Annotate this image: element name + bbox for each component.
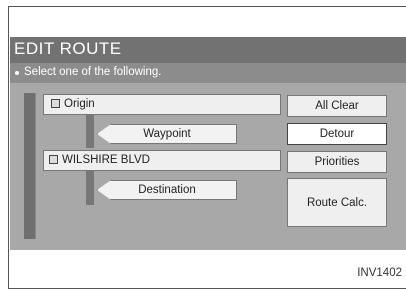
destination-label: Destination — [138, 184, 196, 196]
street-label: WILSHIRE BLVD — [62, 154, 150, 166]
origin-icon — [51, 99, 60, 108]
route-calc-button[interactable]: Route Calc. — [287, 178, 387, 227]
figure-code: INV1402 — [357, 267, 402, 279]
route-scroll-bar[interactable] — [24, 93, 36, 239]
bullet-icon — [15, 71, 19, 75]
street-icon — [49, 155, 58, 164]
waypoint-label: Waypoint — [143, 128, 191, 140]
destination-connector — [86, 171, 94, 205]
waypoint-connector — [86, 115, 94, 148]
detour-button[interactable]: Detour — [287, 123, 387, 145]
origin-field[interactable]: Origin — [43, 94, 281, 115]
instruction-text: Select one of the following. — [24, 66, 162, 78]
street-field[interactable]: WILSHIRE BLVD — [43, 150, 281, 171]
priorities-button[interactable]: Priorities — [287, 151, 387, 173]
waypoint-tab[interactable]: Waypoint — [97, 124, 237, 144]
all-clear-button[interactable]: All Clear — [287, 95, 387, 117]
screen-title: EDIT ROUTE — [14, 39, 122, 58]
origin-label: Origin — [64, 98, 95, 110]
destination-tab[interactable]: Destination — [97, 180, 237, 200]
